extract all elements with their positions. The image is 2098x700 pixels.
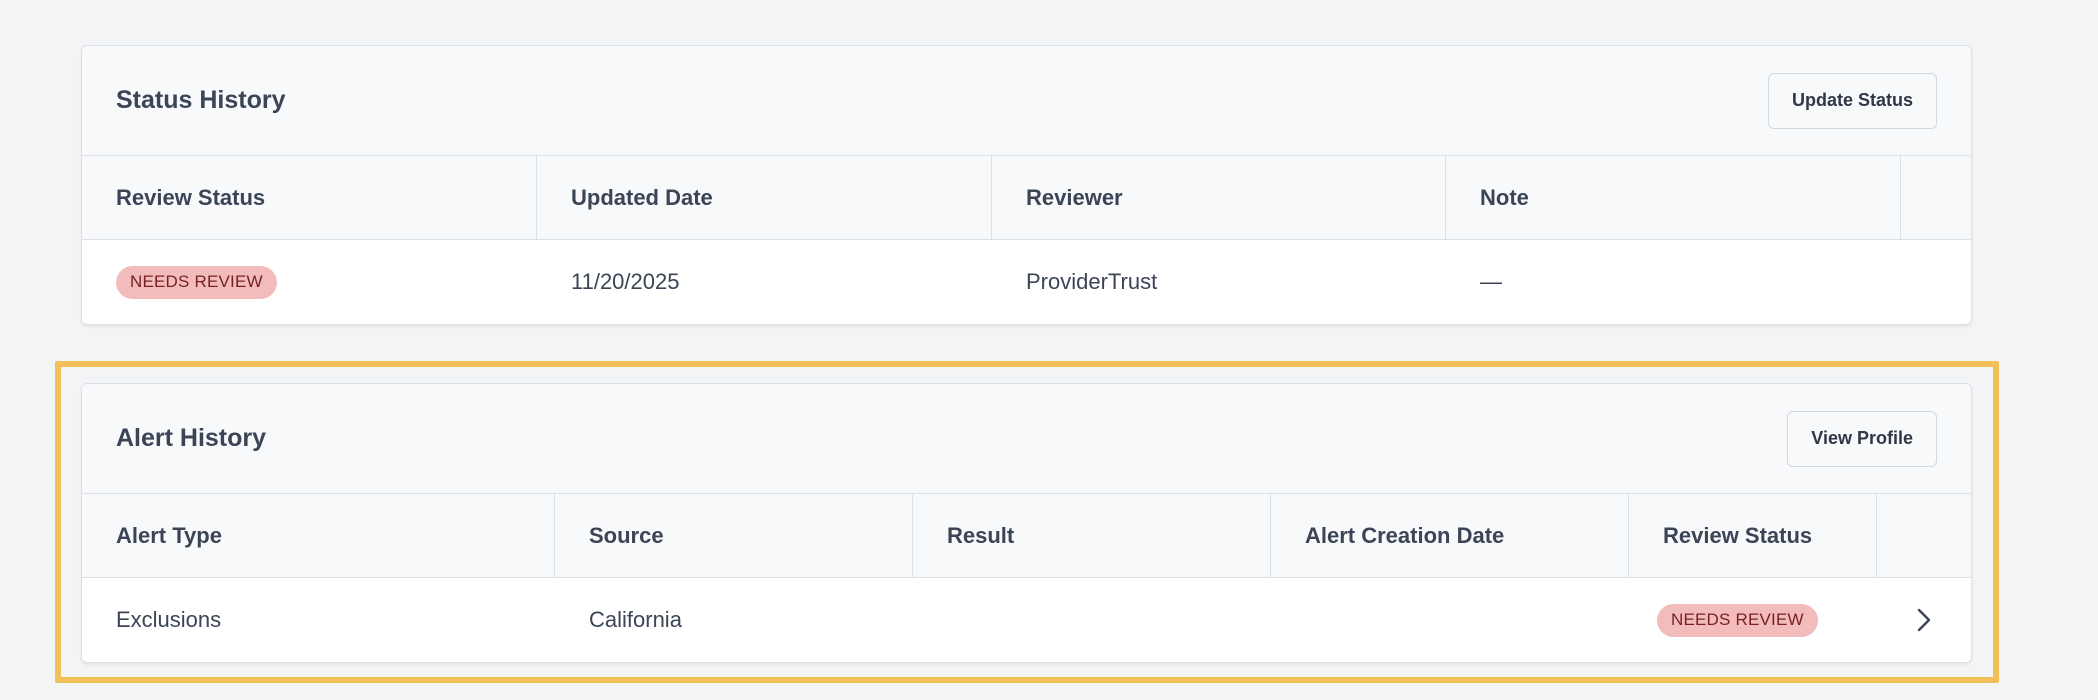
view-profile-button[interactable]: View Profile: [1787, 410, 1937, 467]
update-status-button[interactable]: Update Status: [1767, 72, 1937, 129]
alert-creation-date-cell: [1271, 578, 1629, 662]
column-header-updated-date: Updated Date: [537, 156, 992, 239]
table-row[interactable]: Exclusions California NEEDS REVIEW: [82, 578, 1971, 662]
column-header-review-status: Review Status: [82, 156, 537, 239]
status-history-table-header: Review Status Updated Date Reviewer Note: [82, 156, 1971, 240]
column-header-reviewer: Reviewer: [992, 156, 1446, 239]
alert-type-cell: Exclusions: [116, 607, 222, 632]
status-history-header: Status History Update Status: [82, 46, 1971, 156]
row-expand-button[interactable]: [1877, 578, 1971, 662]
status-history-card: Status History Update Status Review Stat…: [81, 45, 1972, 325]
note-cell: —: [1480, 269, 1502, 294]
review-status-cell: NEEDS REVIEW: [1629, 578, 1877, 662]
updated-date-cell: 11/20/2025: [571, 269, 680, 294]
column-header-review-status: Review Status: [1629, 494, 1877, 577]
status-badge: NEEDS REVIEW: [1657, 603, 1818, 637]
column-header-actions: [1901, 156, 1971, 239]
review-status-cell: NEEDS REVIEW: [82, 240, 537, 324]
alert-history-card: Alert History View Profile Alert Type So…: [81, 383, 1972, 663]
alert-history-table-header: Alert Type Source Result Alert Creation …: [82, 494, 1971, 578]
status-history-title: Status History: [116, 86, 286, 114]
reviewer-cell: ProviderTrust: [1026, 269, 1158, 294]
alert-history-title: Alert History: [116, 424, 267, 452]
alert-history-header: Alert History View Profile: [82, 384, 1971, 494]
column-header-note: Note: [1446, 156, 1901, 239]
source-cell: California: [589, 607, 682, 632]
column-header-alert-type: Alert Type: [82, 494, 555, 577]
table-row: NEEDS REVIEW 11/20/2025 ProviderTrust —: [82, 240, 1971, 324]
result-cell: [913, 578, 1271, 662]
status-badge: NEEDS REVIEW: [116, 265, 277, 299]
column-header-actions: [1877, 494, 1971, 577]
actions-cell: [1901, 240, 1971, 324]
chevron-right-icon[interactable]: [1914, 607, 1934, 633]
column-header-result: Result: [913, 494, 1271, 577]
column-header-source: Source: [555, 494, 913, 577]
column-header-alert-creation-date: Alert Creation Date: [1271, 494, 1629, 577]
